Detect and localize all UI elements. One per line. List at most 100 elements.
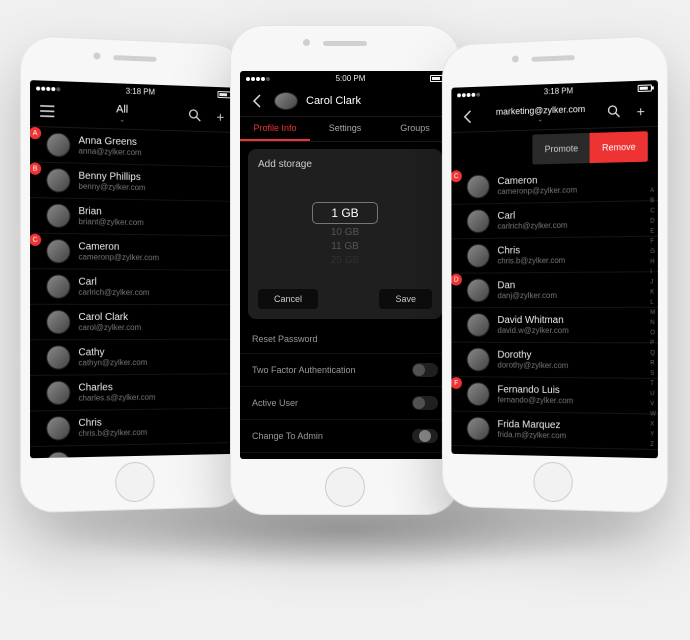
nav-title[interactable]: All ⌄ [116,103,128,123]
index-letter[interactable]: J [650,279,656,285]
promote-button[interactable]: Promote [533,133,590,165]
list-item[interactable]: DDandanj@zylker.com [451,272,658,308]
list-item[interactable]: Cathycathyn@zylker.com [30,340,237,376]
index-letter[interactable]: Z [650,442,656,448]
avatar [467,278,490,302]
list-item[interactable]: Chrischris.b@zylker.com [30,409,237,447]
tab-profile-info[interactable]: Profile Info [240,117,310,141]
list-item[interactable]: Carlcarlrich@zylker.com [451,201,658,239]
avatar [46,381,70,406]
alphabet-index[interactable]: ABCDEFGHIJKLMNOPQRSTUVWXYZ [650,188,656,448]
avatar [46,345,70,369]
home-button[interactable] [533,462,572,503]
section-letter: B [30,162,41,174]
toggle-tfa[interactable] [412,363,438,377]
index-letter[interactable]: Y [650,432,656,438]
picker-selected: 1 GB [312,202,377,224]
index-letter[interactable]: A [650,188,656,194]
list-item[interactable]: CCameroncameronp@zylker.com [30,234,237,271]
index-letter[interactable]: W [650,411,656,417]
add-icon[interactable]: + [632,103,650,118]
index-letter[interactable]: U [650,391,656,397]
avatar [467,313,490,337]
list-item[interactable]: Chrischris.b@zylker.com [451,237,658,274]
index-letter[interactable]: S [650,371,656,377]
list-item[interactable]: Carol Clarkcarol@zylker.com [30,305,237,341]
row-reset-password[interactable]: Reset Password [240,325,450,354]
contact-name: Charles [78,382,155,394]
index-letter[interactable]: C [650,208,656,214]
list-item[interactable]: Charlescharles.s@zylker.com [30,374,237,411]
index-letter[interactable]: H [650,259,656,265]
back-icon[interactable] [459,109,476,123]
search-icon[interactable] [606,104,624,119]
avatar [467,174,490,198]
home-button[interactable] [115,462,154,503]
contact-email: cameronp@zylker.com [497,185,577,196]
nav-title[interactable]: marketing@zylker.com ⌄ [496,103,585,124]
list-item[interactable]: FFernando Luisfernando@zylker.com [451,377,658,414]
avatar [46,310,70,334]
contact-email: anna@zylker.com [78,146,141,157]
contact-email: carol@zylker.com [78,323,141,332]
row-change-admin[interactable]: Change To Admin [240,420,450,453]
index-letter[interactable]: O [650,330,656,336]
index-letter[interactable]: T [650,381,656,387]
index-letter[interactable]: B [650,198,656,204]
contact-email: charles.s@zylker.com [78,393,155,403]
list-item[interactable]: Frida Marquezfrida.m@zylker.com [451,412,658,451]
search-icon[interactable] [187,108,204,122]
index-letter[interactable]: G [650,249,656,255]
add-icon[interactable]: + [212,109,229,123]
home-button[interactable] [325,467,365,507]
index-letter[interactable]: I [650,269,656,275]
contact-name: Fernando Luis [497,384,573,396]
toggle-active[interactable] [412,396,438,410]
sheet-title: Add storage [258,159,432,170]
list-item[interactable]: CCameroncameronp@zylker.com [451,165,658,204]
avatar [46,274,70,298]
contact-name: Christina [78,457,117,458]
contact-name: Dan [497,280,557,291]
index-letter[interactable]: L [650,300,656,306]
index-letter[interactable]: E [650,229,656,235]
toggle-admin[interactable] [412,429,438,443]
index-letter[interactable]: R [650,361,656,367]
cancel-button[interactable]: Cancel [258,289,318,309]
contact-email: david.w@zylker.com [497,326,568,335]
picker-option: 25 GB [331,255,359,266]
list-item[interactable]: BBenny Phillipsbenny@zylker.com [30,162,237,201]
list-item[interactable]: Carlcarlrich@zylker.com [30,269,237,305]
section-letter: F [451,377,461,389]
storage-picker[interactable]: 1 GB 10 GB 11 GB 25 GB [258,178,432,289]
chevron-down-icon: ⌄ [119,115,125,123]
index-letter[interactable]: D [650,218,656,224]
contacts-list[interactable]: Promote Remove CCameroncameronp@zylker.c… [451,127,658,458]
index-letter[interactable]: F [650,239,656,245]
contact-name: David Whitman [497,315,568,326]
row-two-factor[interactable]: Two Factor Authentication [240,354,450,387]
contacts-list[interactable]: AAnna Greensanna@zylker.comBBenny Philli… [30,127,237,458]
back-icon[interactable] [248,94,266,108]
list-item[interactable]: Dorothydorothy@zylker.com [451,343,658,379]
remove-button[interactable]: Remove [590,131,648,163]
tab-groups[interactable]: Groups [380,117,450,141]
list-item[interactable]: David Whitmandavid.w@zylker.com [451,308,658,344]
list-item[interactable]: AAnna Greensanna@zylker.com [30,127,237,168]
menu-icon[interactable] [38,104,56,117]
phone-contacts: 3:18 PM All ⌄ + AAnna Greensanna@z [20,35,246,514]
contact-email: cathyn@zylker.com [78,358,147,367]
index-letter[interactable]: X [650,422,656,428]
signal-icon [457,89,481,99]
save-button[interactable]: Save [379,289,432,309]
index-letter[interactable]: Q [650,350,656,356]
index-letter[interactable]: K [650,290,656,296]
index-letter[interactable]: M [650,310,656,316]
tab-settings[interactable]: Settings [310,117,380,141]
contact-email: chris.b@zylker.com [78,428,147,438]
index-letter[interactable]: V [650,401,656,407]
index-letter[interactable]: N [650,320,656,326]
index-letter[interactable]: P [650,340,656,346]
list-item[interactable]: Brianbriant@zylker.com [30,198,237,236]
row-active-user[interactable]: Active User [240,387,450,420]
